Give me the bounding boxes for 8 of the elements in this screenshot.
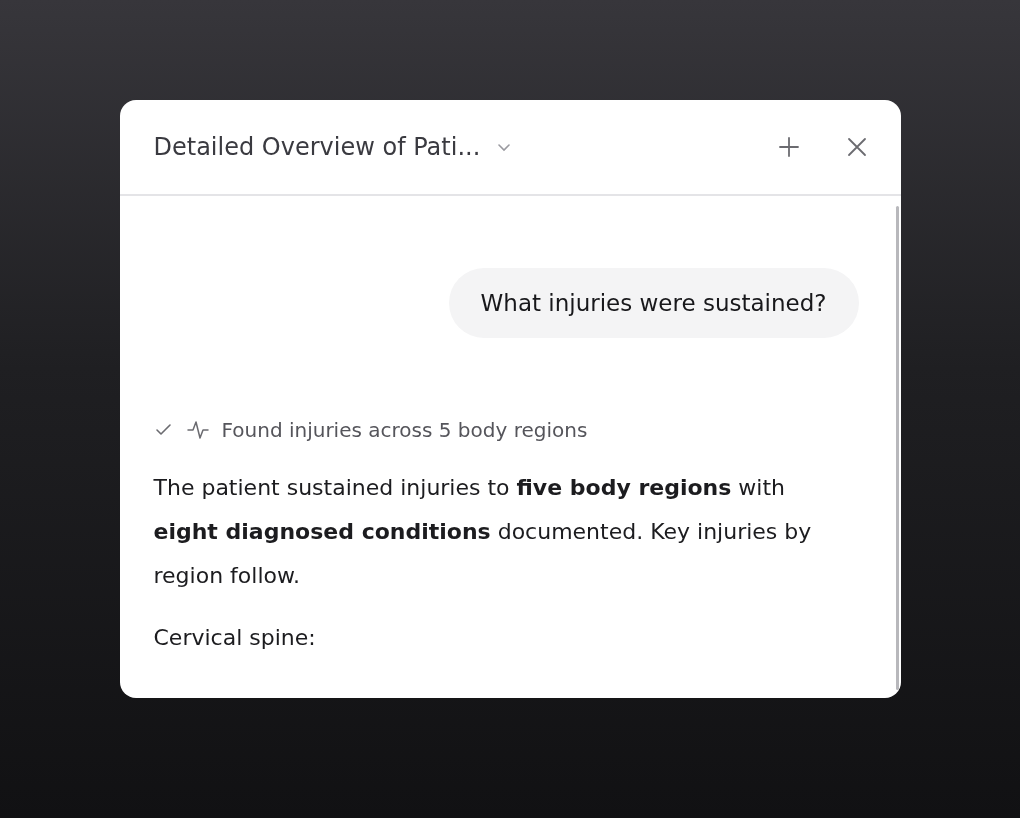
- panel-title: Detailed Overview of Pati...: [153, 133, 481, 161]
- user-message: What injuries were sustained?: [448, 268, 859, 338]
- answer-text: Cervical spine:: [153, 624, 317, 652]
- activity-icon: [185, 418, 210, 442]
- status-text: Found injuries across 5 body regions: [221, 418, 588, 442]
- plus-icon: [776, 135, 801, 159]
- answer-text: The patient sustained injuries to five body regions with eight diagnosed conditions documented. Key injuries by region follow.: [153, 474, 813, 590]
- scrollbar[interactable]: [895, 206, 899, 690]
